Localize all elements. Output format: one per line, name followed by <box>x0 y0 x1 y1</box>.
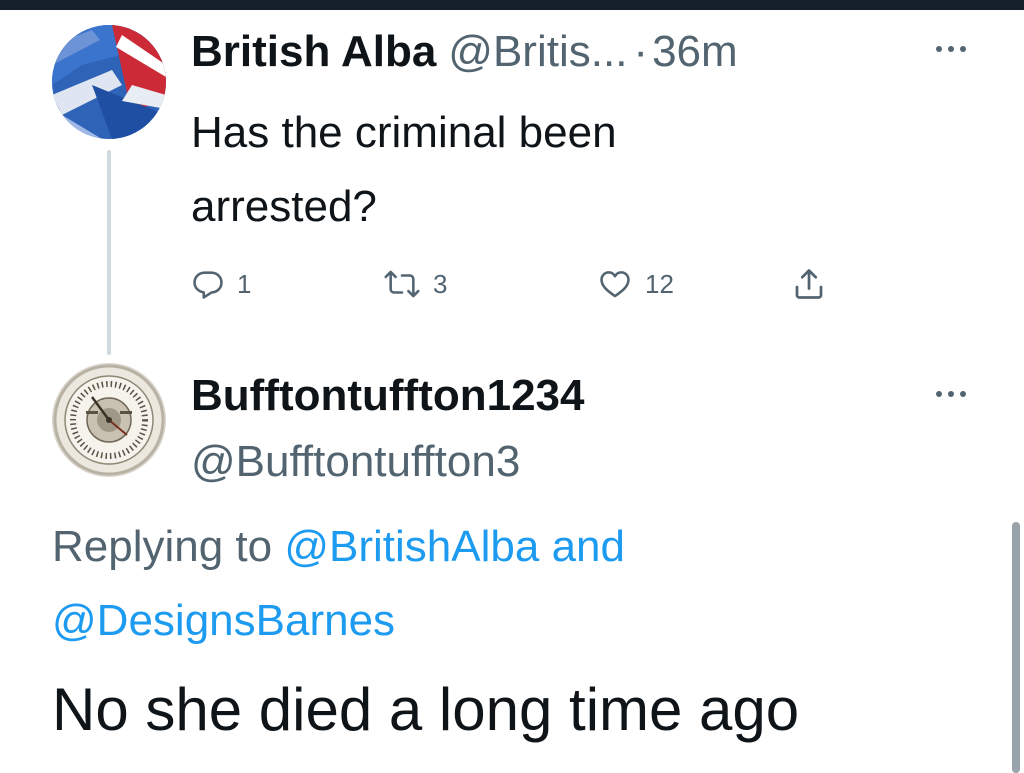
tweet1-action-bar: 1 3 12 <box>191 262 871 306</box>
like-count: 12 <box>645 268 674 299</box>
avatar-bufftontuffton[interactable] <box>52 363 166 477</box>
tweet1-more-icon[interactable] <box>936 44 966 54</box>
tweet1-separator: · <box>633 27 649 76</box>
scrollbar[interactable] <box>1012 522 1020 773</box>
thread-connector-line <box>107 150 111 355</box>
share-button[interactable] <box>791 262 827 306</box>
retweet-count: 3 <box>433 268 448 299</box>
tweet1-timestamp[interactable]: 36m <box>652 26 738 78</box>
tweet1-text: Has the criminal been arrested? <box>191 108 617 231</box>
speech-bubble-icon <box>193 271 223 299</box>
barometer-avatar-image <box>52 363 166 477</box>
replying-to-line: Replying to @BritishAlba and @DesignsBar… <box>52 510 952 658</box>
tweet2-more-icon[interactable] <box>936 389 966 399</box>
mention-link-designsbarnes[interactable]: @DesignsBarnes <box>52 596 395 645</box>
top-status-bar <box>0 0 1024 10</box>
replying-prefix: Replying to <box>52 522 285 571</box>
tweet1-display-name[interactable]: British Alba <box>191 26 436 78</box>
replying-and[interactable]: and <box>539 522 625 571</box>
reply-count: 1 <box>237 268 252 299</box>
retweet-arrows-icon <box>384 270 420 298</box>
tweet2-text: No she died a long time ago <box>52 676 800 743</box>
share-upload-icon <box>795 269 823 299</box>
tweet2-display-name[interactable]: Bufftontuffton1234 <box>191 370 585 422</box>
flag-avatar-image <box>52 25 166 139</box>
avatar-british-alba[interactable] <box>52 25 166 139</box>
retweet-button[interactable]: 3 <box>383 262 447 306</box>
tweet1-header: British Alba @Britis... · 36m <box>191 26 738 78</box>
mention-link-britishalba[interactable]: @BritishAlba <box>284 522 539 571</box>
tweet1-handle[interactable]: @Britis... <box>448 26 627 78</box>
like-button[interactable]: 12 <box>597 262 674 306</box>
reply-button[interactable]: 1 <box>191 262 251 306</box>
tweet2-handle[interactable]: @Bufftontuffton3 <box>191 436 520 488</box>
heart-icon <box>600 271 630 298</box>
